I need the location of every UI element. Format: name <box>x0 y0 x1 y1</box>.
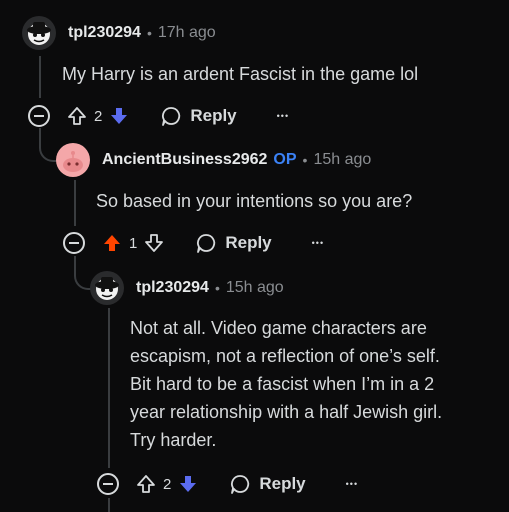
comment-body-line: Bit hard to be a fascist when I’m in a 2 <box>130 374 435 394</box>
avatar[interactable] <box>56 143 90 177</box>
username[interactable]: tpl230294 <box>136 279 209 297</box>
thread-line <box>39 56 41 98</box>
timestamp: 17h ago <box>157 24 216 41</box>
timestamp: 15h ago <box>225 279 284 296</box>
reply-button[interactable]: Reply <box>195 232 272 254</box>
avatar[interactable] <box>22 16 56 50</box>
timestamp: 15h ago <box>313 151 372 168</box>
downvote-icon[interactable] <box>108 105 130 127</box>
comment-body: So based in your intentions so you are? <box>96 191 413 211</box>
comment-body: Not at all. Video game characters are es… <box>130 314 442 454</box>
comment-bubble-icon <box>197 234 216 253</box>
username[interactable]: tpl230294 <box>68 24 141 42</box>
more-options-button[interactable]: ••• <box>312 238 324 248</box>
meta-separator: • <box>146 25 152 41</box>
reply-label: Reply <box>225 233 272 252</box>
downvote-icon[interactable] <box>143 232 165 254</box>
avatar[interactable] <box>90 271 124 305</box>
vote-count: 2 <box>94 107 103 125</box>
thread-line <box>108 308 110 468</box>
comment-bubble-icon <box>231 475 250 494</box>
reply-button[interactable]: Reply <box>160 105 237 127</box>
comment-meta: AncientBusiness2962 OP • 15h ago <box>102 151 371 169</box>
thread-line <box>108 498 110 512</box>
comment-actions: 2 Reply ••• <box>95 471 358 497</box>
reply-label: Reply <box>259 474 306 493</box>
upvote-icon[interactable] <box>101 232 123 254</box>
reply-button[interactable]: Reply <box>229 473 306 495</box>
vote-count: 1 <box>129 234 138 252</box>
meta-separator: • <box>214 280 220 296</box>
op-badge: OP <box>273 151 297 168</box>
more-options-button[interactable]: ••• <box>277 111 289 121</box>
downvote-icon[interactable] <box>177 473 199 495</box>
collapse-icon[interactable] <box>95 471 121 497</box>
vote-count: 2 <box>163 475 172 493</box>
comment-bubble-icon <box>162 107 181 126</box>
collapse-icon[interactable] <box>26 103 52 129</box>
comment-meta: tpl230294 • 17h ago <box>68 24 216 42</box>
comment-meta: tpl230294 • 15h ago <box>136 279 284 297</box>
reply-label: Reply <box>190 106 237 125</box>
meta-separator: • <box>302 152 308 168</box>
comment-body-line: year relationship with a half Jewish gir… <box>130 402 443 422</box>
upvote-icon[interactable] <box>66 105 88 127</box>
thread-line <box>74 180 76 226</box>
username[interactable]: AncientBusiness2962 <box>102 151 267 169</box>
comment-body-line: escapism, not a reflection of one’s self… <box>130 346 440 366</box>
comment-body-line: Not at all. Video game characters are <box>130 318 427 338</box>
collapse-icon[interactable] <box>61 230 87 256</box>
comment-body-line: Try harder. <box>130 430 217 450</box>
more-options-button[interactable]: ••• <box>346 479 358 489</box>
comment-actions: 1 Reply ••• <box>61 230 324 256</box>
upvote-icon[interactable] <box>135 473 157 495</box>
comment-body: My Harry is an ardent Fascist in the gam… <box>62 64 419 84</box>
comment-actions: 2 Reply ••• <box>26 103 289 129</box>
